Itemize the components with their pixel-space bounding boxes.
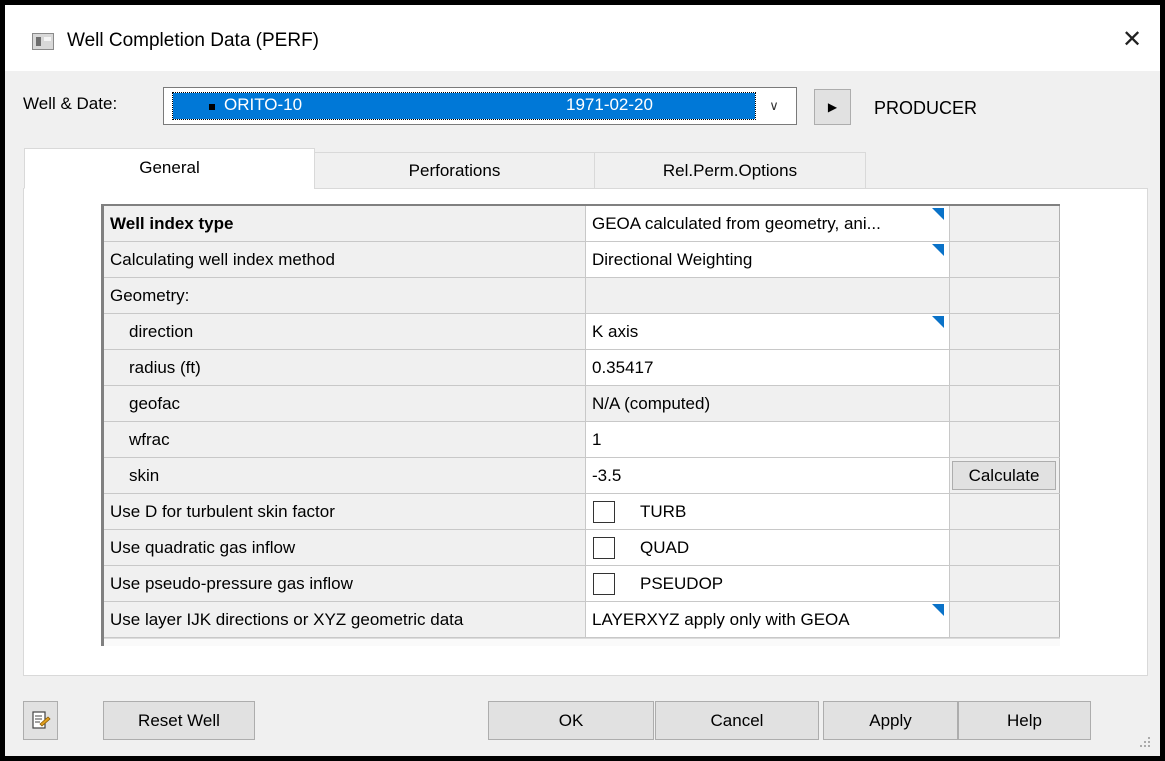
quad-checkbox[interactable]: [593, 537, 615, 559]
well-date: 1971-02-20: [566, 95, 653, 114]
tab-rel-perm-options[interactable]: Rel.Perm.Options: [594, 152, 866, 189]
grid-horizontal-scrollbar[interactable]: [104, 638, 1060, 646]
row-label: Use pseudo-pressure gas inflow: [104, 566, 586, 601]
notes-button[interactable]: [23, 701, 58, 740]
well-index-method-select[interactable]: Directional Weighting: [586, 242, 950, 277]
app-icon: [32, 33, 54, 50]
window-title: Well Completion Data (PERF): [67, 30, 320, 51]
grid-row-turb: Use D for turbulent skin factor TURB: [104, 494, 1060, 530]
chevron-down-icon[interactable]: ∨: [764, 96, 784, 116]
grid-row-quad: Use quadratic gas inflow QUAD: [104, 530, 1060, 566]
row-extra-cell: [950, 530, 1060, 565]
pseudop-label: PSEUDOP: [640, 574, 724, 593]
well-date-dropdown[interactable]: ORITO-10 1971-02-20 ∨: [163, 87, 797, 125]
ok-button[interactable]: OK: [488, 701, 654, 740]
row-label: skin: [104, 458, 586, 493]
row-label: direction: [104, 314, 586, 349]
turb-cell: TURB: [586, 494, 950, 529]
row-label: Use D for turbulent skin factor: [104, 494, 586, 529]
general-tab-panel: Well index type GEOA calculated from geo…: [23, 188, 1148, 676]
row-extra-cell: [950, 314, 1060, 349]
row-label: Use layer IJK directions or XYZ geometri…: [104, 602, 586, 637]
turb-checkbox[interactable]: [593, 501, 615, 523]
row-label: wfrac: [104, 422, 586, 457]
help-button[interactable]: Help: [958, 701, 1091, 740]
tab-general[interactable]: General: [24, 148, 315, 189]
grid-row-geometry: Geometry:: [104, 278, 1060, 314]
grid-row-skin: skin -3.5 Calculate: [104, 458, 1060, 494]
dropdown-corner-icon: [932, 604, 944, 616]
well-date-label: Well & Date:: [23, 94, 118, 113]
title-bar: Well Completion Data (PERF) ✕: [5, 5, 1160, 71]
row-extra-cell: [950, 494, 1060, 529]
dropdown-corner-icon: [932, 244, 944, 256]
row-label: Use quadratic gas inflow: [104, 530, 586, 565]
row-extra-cell: [950, 422, 1060, 457]
row-label: geofac: [104, 386, 586, 421]
wfrac-input[interactable]: 1: [586, 422, 950, 457]
geofac-value: N/A (computed): [586, 386, 950, 421]
layerxyz-select[interactable]: LAYERXYZ apply only with GEOA: [586, 602, 950, 637]
well-name: ORITO-10: [224, 95, 303, 114]
skin-input[interactable]: -3.5: [586, 458, 950, 493]
notes-edit-icon: [31, 711, 51, 729]
calculate-button[interactable]: Calculate: [952, 461, 1056, 490]
row-extra-cell: [950, 386, 1060, 421]
quad-label: QUAD: [640, 538, 690, 557]
row-label: radius (ft): [104, 350, 586, 385]
well-marker-icon: [209, 104, 215, 110]
tab-perforations[interactable]: Perforations: [314, 152, 595, 189]
reset-well-button[interactable]: Reset Well: [103, 701, 255, 740]
grid-row-layerxyz: Use layer IJK directions or XYZ geometri…: [104, 602, 1060, 638]
row-extra-cell: [950, 278, 1060, 313]
properties-grid: Well index type GEOA calculated from geo…: [101, 204, 1060, 646]
resize-grip-icon[interactable]: [1138, 735, 1152, 749]
row-label: Well index type: [104, 206, 586, 241]
grid-row-direction: direction K axis: [104, 314, 1060, 350]
apply-button[interactable]: Apply: [823, 701, 958, 740]
direction-select[interactable]: K axis: [586, 314, 950, 349]
row-extra-cell: [950, 350, 1060, 385]
row-value: [586, 278, 950, 313]
next-well-button[interactable]: ▶: [814, 89, 851, 125]
quad-cell: QUAD: [586, 530, 950, 565]
grid-row-pseudop: Use pseudo-pressure gas inflow PSEUDOP: [104, 566, 1060, 602]
row-extra-cell: [950, 566, 1060, 601]
pseudop-cell: PSEUDOP: [586, 566, 950, 601]
dropdown-corner-icon: [932, 208, 944, 220]
row-label: Calculating well index method: [104, 242, 586, 277]
grid-row-well-index-type: Well index type GEOA calculated from geo…: [104, 206, 1060, 242]
well-completion-dialog: Well Completion Data (PERF) ✕ Well & Dat…: [5, 5, 1160, 756]
row-extra-cell: Calculate: [950, 458, 1060, 493]
dropdown-corner-icon: [932, 316, 944, 328]
radius-input[interactable]: 0.35417: [586, 350, 950, 385]
pseudop-checkbox[interactable]: [593, 573, 615, 595]
row-extra-cell: [950, 602, 1060, 637]
grid-row-wfrac: wfrac 1: [104, 422, 1060, 458]
grid-row-radius: radius (ft) 0.35417: [104, 350, 1060, 386]
close-icon[interactable]: ✕: [1117, 25, 1147, 55]
play-arrow-icon: ▶: [827, 100, 838, 114]
well-index-type-select[interactable]: GEOA calculated from geometry, ani...: [586, 206, 950, 241]
grid-row-geofac: geofac N/A (computed): [104, 386, 1060, 422]
row-extra-cell: [950, 242, 1060, 277]
selected-well-date: ORITO-10 1971-02-20: [172, 92, 756, 120]
well-type-status: PRODUCER: [874, 98, 978, 118]
row-extra-cell: [950, 206, 1060, 241]
grid-row-method: Calculating well index method Directiona…: [104, 242, 1060, 278]
cancel-button[interactable]: Cancel: [655, 701, 819, 740]
row-label: Geometry:: [104, 278, 586, 313]
turb-label: TURB: [640, 502, 687, 521]
